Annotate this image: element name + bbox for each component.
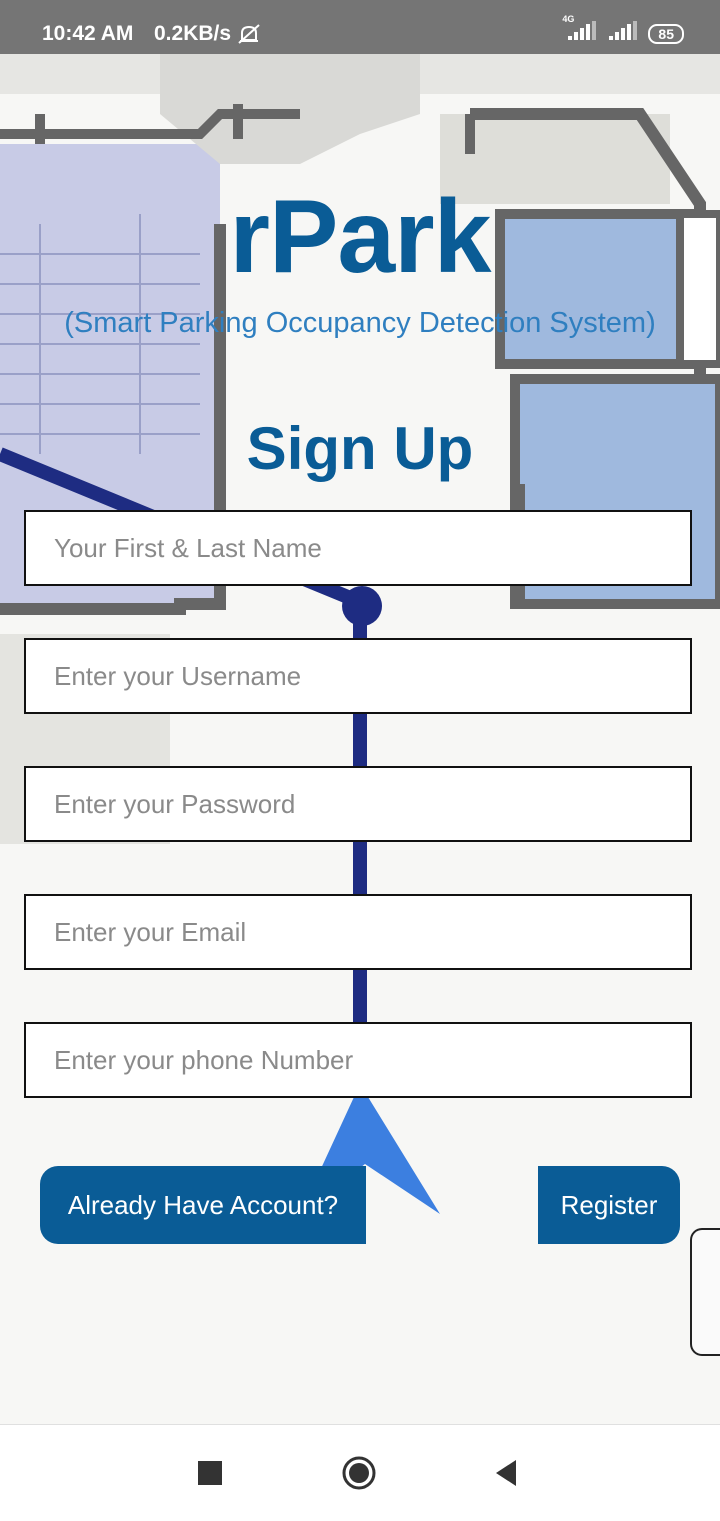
network-label: 4G bbox=[562, 14, 575, 24]
email-field bbox=[24, 894, 692, 970]
status-speed: 0.2KB/s bbox=[154, 22, 232, 45]
app-subtitle: (Smart Parking Occupancy Detection Syste… bbox=[64, 307, 656, 339]
signal-icon bbox=[608, 20, 638, 47]
status-bar: 10:42 AM 0.2KB/s 4G 85 bbox=[0, 0, 720, 54]
status-time: 10:42 AM bbox=[42, 22, 134, 45]
phone-input[interactable] bbox=[26, 1024, 690, 1096]
mute-icon bbox=[236, 22, 262, 51]
signal-icon: 4G bbox=[562, 14, 598, 47]
password-field bbox=[24, 766, 692, 842]
system-nav-bar bbox=[0, 1424, 720, 1521]
home-icon[interactable] bbox=[341, 1455, 377, 1491]
register-button[interactable]: Register bbox=[538, 1166, 680, 1244]
already-have-account-button[interactable]: Already Have Account? bbox=[40, 1166, 366, 1244]
name-field bbox=[24, 510, 692, 586]
username-input[interactable] bbox=[26, 640, 690, 712]
name-input[interactable] bbox=[26, 512, 690, 584]
username-field bbox=[24, 638, 692, 714]
side-edge-tab[interactable] bbox=[690, 1228, 720, 1356]
app-title: rPark bbox=[229, 179, 492, 295]
sign-up-heading: Sign Up bbox=[246, 415, 474, 482]
phone-field bbox=[24, 1022, 692, 1098]
email-input[interactable] bbox=[26, 896, 690, 968]
back-icon[interactable] bbox=[494, 1458, 518, 1488]
recent-apps-icon[interactable] bbox=[198, 1461, 222, 1485]
battery-icon: 85 bbox=[648, 23, 684, 44]
password-input[interactable] bbox=[26, 768, 690, 840]
